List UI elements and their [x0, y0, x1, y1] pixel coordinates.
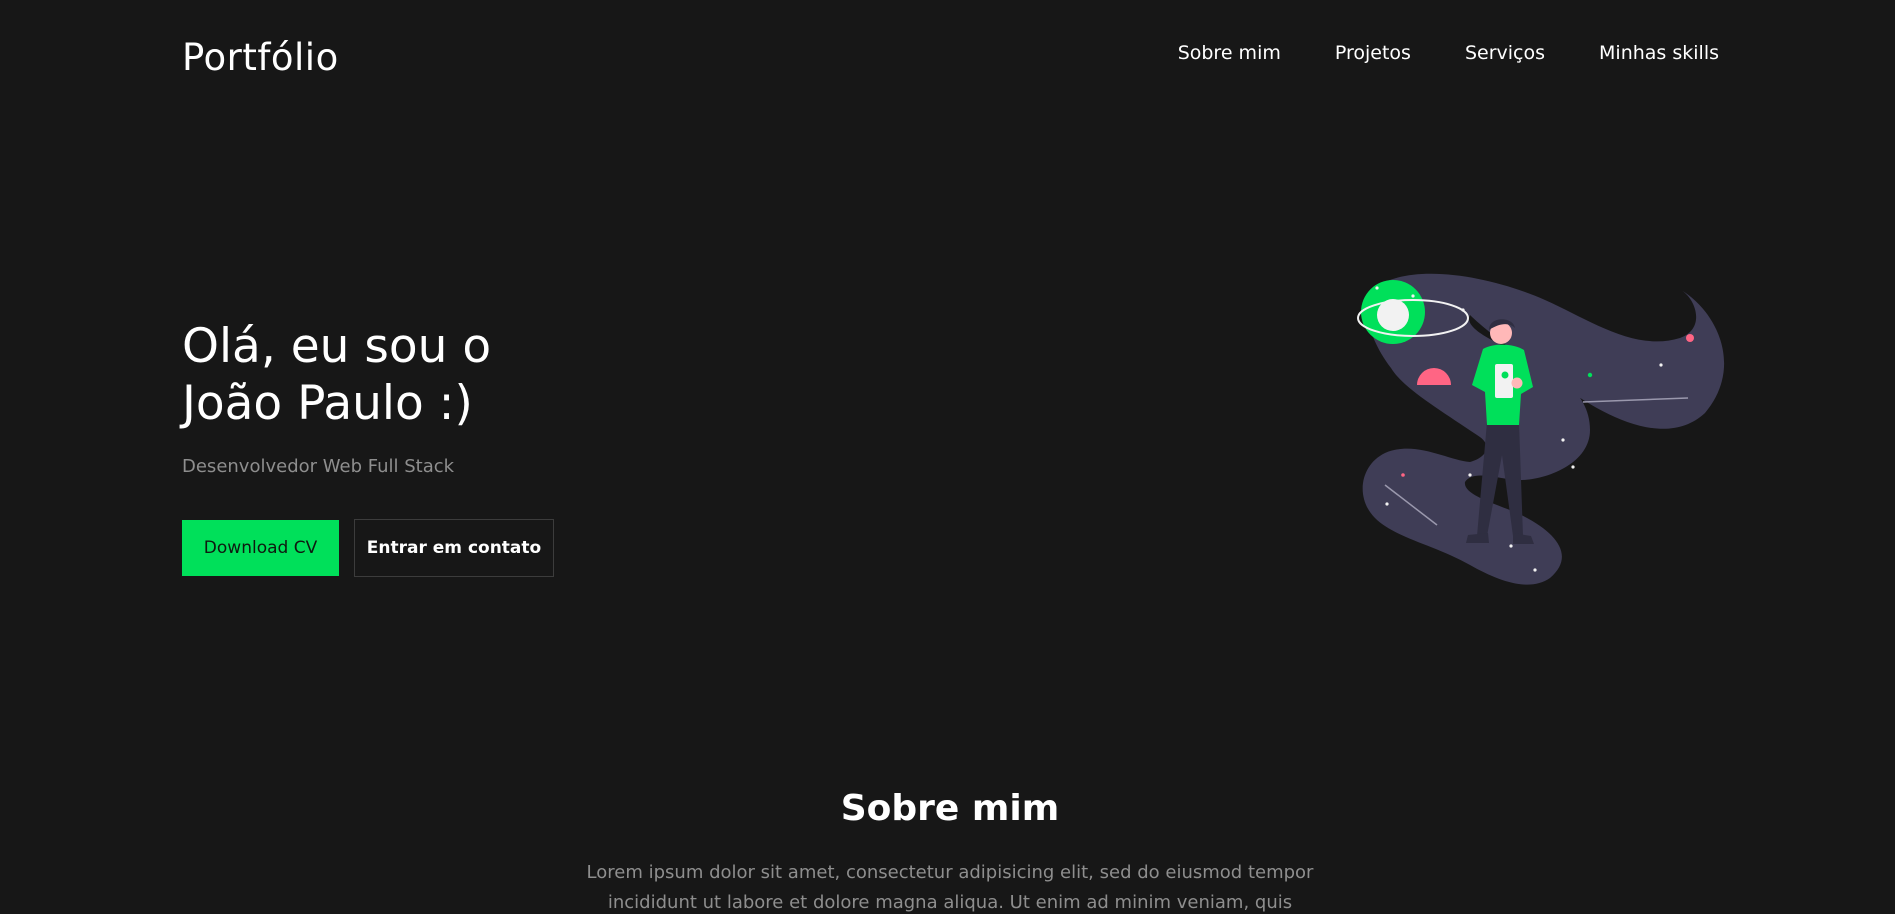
nav-link-sobre-mim[interactable]: Sobre mim: [1178, 42, 1281, 64]
hero-title-line-2: João Paulo :): [182, 376, 473, 431]
person-phone: [1495, 364, 1513, 398]
hero-subtitle: Desenvolvedor Web Full Stack: [182, 456, 455, 477]
portfolio-page: Portfólio Sobre mim Projetos Serviços Mi…: [0, 0, 1895, 914]
main-nav: Sobre mim Projetos Serviços Minhas skill…: [1178, 42, 1719, 64]
contact-button[interactable]: Entrar em contato: [354, 519, 554, 577]
nav-link-servicos[interactable]: Serviços: [1465, 42, 1545, 64]
site-logo[interactable]: Portfólio: [182, 36, 339, 79]
about-section-title: Sobre mim: [840, 788, 1060, 829]
download-cv-button[interactable]: Download CV: [182, 520, 339, 576]
person-in-space-illustration: [1357, 273, 1725, 585]
nav-link-projetos[interactable]: Projetos: [1335, 42, 1411, 64]
hero-title-line-1: Olá, eu sou o: [182, 319, 492, 374]
nav-link-minhas-skills[interactable]: Minhas skills: [1599, 42, 1719, 64]
about-section-text: Lorem ipsum dolor sit amet, consectetur …: [586, 862, 1314, 913]
hero-title: Olá, eu sou o João Paulo :): [182, 318, 491, 432]
